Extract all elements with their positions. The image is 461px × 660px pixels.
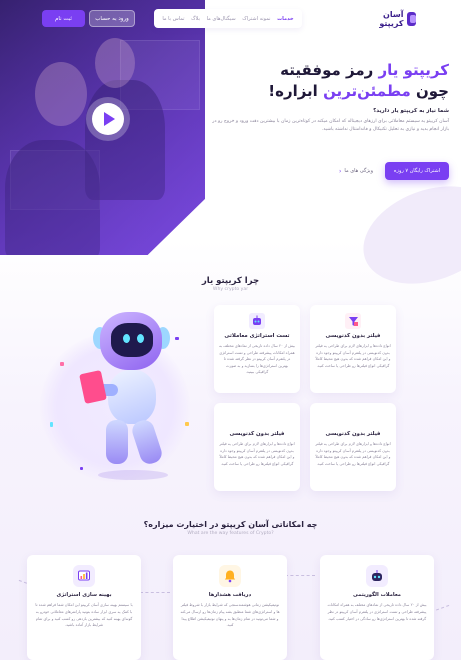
features-link-label: ویژگی های ما xyxy=(344,168,373,174)
menu-item-blog[interactable]: بلاگ xyxy=(191,16,200,22)
hero-title-part: ابزاره! xyxy=(268,82,318,100)
logo[interactable]: آسان کریپتو xyxy=(366,9,416,29)
capability-card: دریافت هشدارها نوتیفیکیشن زمانی هوشمندسن… xyxy=(173,555,287,660)
capability-card: بهینه سازی استراتژی با سیستم بهینه سازی … xyxy=(27,555,141,660)
page: ثبت نام ورود به حساب تماس با ما بلاگ سیگ… xyxy=(0,0,461,660)
chart-icon xyxy=(73,565,95,587)
hero-title: کریپتو یار رمز موفقیته چون مطمئن‌ترین اب… xyxy=(209,60,449,102)
dashed-connector xyxy=(140,592,170,593)
play-icon xyxy=(104,112,115,126)
why-card-title: تست استراتژی معاملاتی xyxy=(224,333,290,339)
why-card-title: فیلتر بدون کدنویسی xyxy=(325,333,381,339)
why-card-text: بیش از ۲۰ سال داده تاریخی از نمادهای مخت… xyxy=(219,344,295,375)
robot-icon xyxy=(249,313,265,329)
hero-title-highlight: مطمئن‌ترین xyxy=(323,82,411,100)
why-cards-grid: فیلتر بدون کدنویسی انواع داده‌ها و ابزار… xyxy=(214,305,396,491)
why-card: فیلتر بدون کدنویسی انواع داده‌ها و ابزار… xyxy=(310,403,396,491)
hero-title-part: رمز موفقیته xyxy=(280,61,374,79)
why-card-title: فیلتر بدون کدنویسی xyxy=(229,431,285,437)
menu-item-services[interactable]: خدمات xyxy=(277,16,294,22)
capability-card-title: معاملات الگوریتمی xyxy=(352,592,402,598)
login-button[interactable]: ورود به حساب xyxy=(89,10,135,27)
logo-icon xyxy=(406,12,416,26)
logo-text: آسان کریپتو xyxy=(379,10,404,28)
menu-item-signals[interactable]: سیگنال‌های ما xyxy=(207,16,236,22)
why-card-text: انواع داده‌ها و ابزارهای لازم برای طراحی… xyxy=(315,344,391,368)
menu-item-subscription[interactable]: نمونه اشتراک xyxy=(242,16,270,22)
robot-illustration xyxy=(40,302,200,492)
why-card-text: انواع داده‌ها و ابزارهای لازم برای طراحی… xyxy=(315,442,391,466)
capability-card-text: نوتیفیکیشن زمانی هوشمندسنجی که شرایط باز… xyxy=(180,603,280,628)
capabilities-title: چه امکاناتی آسان کریپتو در اختیارت میزار… xyxy=(143,520,318,529)
why-card: فیلتر بدون کدنویسی انواع داده‌ها و ابزار… xyxy=(310,305,396,393)
main-menu: تماس با ما بلاگ سیگنال‌های ما نمونه اشتر… xyxy=(154,9,302,28)
capability-card-text: با سیستم بهینه سازی آسان کریپتو این امکا… xyxy=(35,603,133,628)
chevron-left-icon: ‹ xyxy=(339,167,342,175)
why-section-subtitle: Why crypto yar xyxy=(212,287,249,292)
capability-card: معاملات الگوریتمی بیش از ۲۰ سال داده تار… xyxy=(320,555,434,660)
play-video-button[interactable] xyxy=(92,103,124,135)
free-trial-button[interactable]: اشتراک رایگان ۷ روزه xyxy=(385,162,449,180)
capabilities-subtitle: What are the way features of Crypto? xyxy=(187,531,274,536)
why-section-title: چرا کریپتو یار xyxy=(201,276,260,286)
menu-item-contact[interactable]: تماس با ما xyxy=(162,16,184,22)
capability-card-text: بیش از ۲۰ سال داده تاریخی از نمادهای مخت… xyxy=(327,603,427,621)
capability-card-title: دریافت هشدارها xyxy=(208,592,252,598)
signup-button[interactable]: ثبت نام xyxy=(42,10,85,27)
hero-actions: اشتراک رایگان ۷ روزه ویژگی های ما ‹ xyxy=(339,162,449,180)
capability-card-title: بهینه سازی استراتژی xyxy=(56,592,112,598)
why-card-title: فیلتر بدون کدنویسی xyxy=(325,431,381,437)
hero-title-part: چون xyxy=(415,82,449,100)
robot-icon xyxy=(366,565,388,587)
dashed-connector xyxy=(285,575,315,576)
top-navigation: ثبت نام ورود به حساب تماس با ما بلاگ سیگ… xyxy=(0,9,461,29)
filter-icon xyxy=(345,313,361,329)
bell-icon xyxy=(219,565,241,587)
hero-question: شما نیاز به کریپتو یار دارید؟ xyxy=(373,108,449,114)
why-card-text: انواع داده‌ها و ابزارهای لازم برای طراحی… xyxy=(219,442,295,466)
why-card: فیلتر بدون کدنویسی انواع داده‌ها و ابزار… xyxy=(214,403,300,491)
hero-content: کریپتو یار رمز موفقیته چون مطمئن‌ترین اب… xyxy=(209,60,449,134)
hero-description: آسان کریپتو یه سیستم معاملاتی برای ارزها… xyxy=(212,119,449,132)
why-card: تست استراتژی معاملاتی بیش از ۲۰ سال داده… xyxy=(214,305,300,393)
features-link[interactable]: ویژگی های ما ‹ xyxy=(339,168,373,175)
hero-title-brand: کریپتو یار xyxy=(378,61,449,79)
